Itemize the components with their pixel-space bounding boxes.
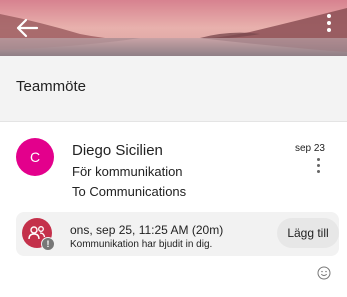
sender-name: Diego Sicilien	[72, 142, 163, 159]
header-banner	[0, 0, 347, 56]
thread-header: Teammöte	[0, 56, 347, 121]
invite-note: Kommunikation har bjudit in dig.	[70, 239, 213, 250]
add-reaction-button[interactable]	[317, 266, 331, 280]
message-preview: To Communications	[72, 184, 187, 199]
invite-time: ons, sep 25, 11:25 AM (20m)	[70, 223, 224, 237]
thread-title: Teammöte	[16, 78, 87, 95]
message-date: sep 23	[294, 143, 325, 154]
emoji-icon	[317, 266, 331, 280]
add-to-calendar-button[interactable]: Lägg till	[277, 218, 339, 248]
meeting-invite-card[interactable]: ! ons, sep 25, 11:25 AM (20m) Kommunikat…	[16, 212, 339, 256]
alert-badge-icon: !	[41, 237, 55, 251]
group-calendar-icon: !	[22, 218, 55, 251]
back-button[interactable]	[12, 13, 42, 43]
landscape-banner-image	[0, 0, 347, 56]
avatar: C	[16, 138, 54, 176]
arrow-left-icon	[16, 18, 39, 38]
header-more-button[interactable]	[325, 14, 333, 40]
divider	[0, 121, 347, 122]
more-vertical-icon	[327, 14, 331, 18]
more-vertical-icon	[316, 158, 320, 161]
message-more-button[interactable]	[315, 158, 321, 180]
message-subject: För kommunikation	[72, 164, 183, 179]
